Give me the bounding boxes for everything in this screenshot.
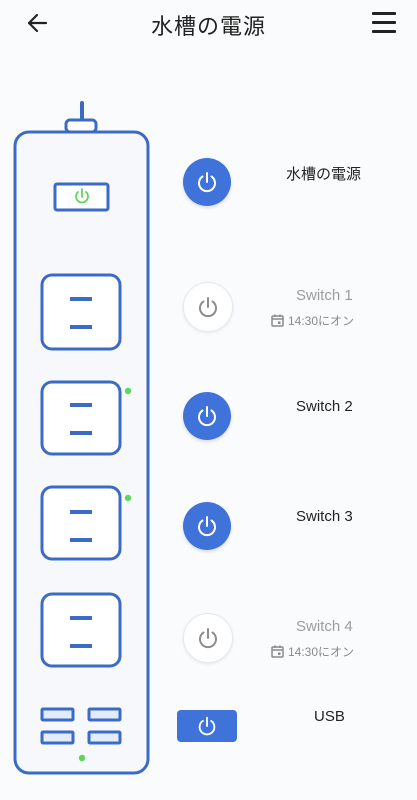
power-toggle-switch-1[interactable]	[183, 282, 233, 332]
outlet-label-switch-1: Switch 1	[296, 287, 353, 304]
power-icon	[198, 716, 216, 736]
outlet-label-switch-2: Switch 2	[296, 398, 353, 415]
power-strip-illustration	[13, 101, 150, 775]
power-icon	[199, 628, 217, 649]
schedule-text-switch-4: 14:30にオン	[288, 645, 355, 659]
power-toggle-switch-4[interactable]	[183, 613, 233, 663]
power-icon	[198, 172, 216, 193]
outlet-label-usb: USB	[314, 708, 345, 725]
schedule-info-switch-1: 14:30にオン	[271, 312, 354, 329]
schedule-info-switch-4: 14:30にオン	[271, 643, 354, 660]
header-bar: 水槽の電源	[0, 0, 417, 48]
usb-indicator	[78, 754, 86, 762]
hamburger-menu-icon[interactable]	[372, 12, 396, 34]
power-toggle-master[interactable]	[183, 158, 231, 206]
outlet-label-switch-4: Switch 4	[296, 618, 353, 635]
power-toggle-switch-3[interactable]	[183, 502, 231, 550]
outlet-label-switch-3: Switch 3	[296, 508, 353, 525]
schedule-text-switch-1: 14:30にオン	[288, 314, 355, 328]
power-toggle-usb[interactable]	[177, 710, 237, 742]
power-icon	[198, 406, 216, 427]
calendar-icon	[271, 314, 284, 327]
page-title: 水槽の電源	[150, 14, 266, 39]
calendar-icon	[271, 645, 284, 658]
outlet-3-indicator	[124, 494, 132, 502]
power-icon	[198, 516, 216, 537]
outlet-label-master: 水槽の電源	[286, 166, 362, 183]
power-icon	[199, 297, 217, 318]
power-toggle-switch-2[interactable]	[183, 392, 231, 440]
outlet-2-indicator	[124, 387, 132, 395]
